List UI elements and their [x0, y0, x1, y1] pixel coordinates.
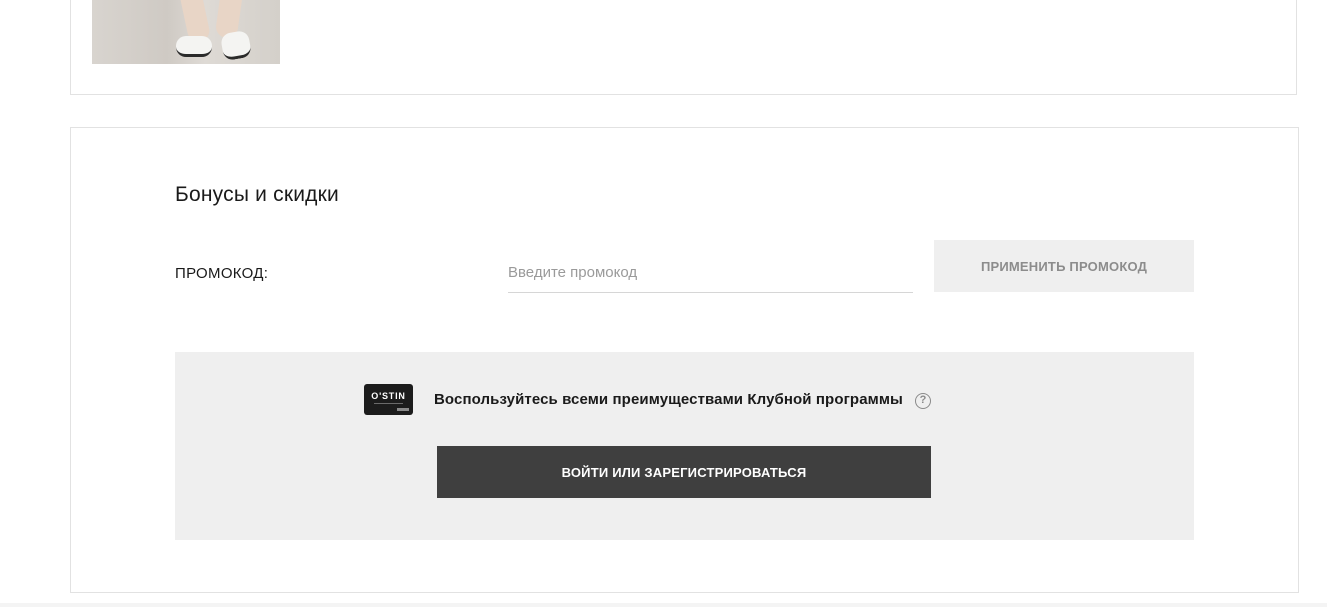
club-program-text: Воспользуйтесь всеми преимуществами Клуб…	[434, 390, 903, 408]
login-register-button[interactable]: ВОЙТИ ИЛИ ЗАРЕГИСТРИРОВАТЬСЯ	[437, 446, 931, 498]
page-bottom-divider	[0, 603, 1327, 607]
cart-item-card	[70, 0, 1297, 95]
bonus-card: Бонусы и скидки ПРОМОКОД: ПРИМЕНИТЬ ПРОМ…	[70, 127, 1299, 593]
section-title: Бонусы и скидки	[175, 183, 339, 206]
product-image[interactable]	[92, 0, 280, 64]
product-image-shoe	[176, 36, 212, 57]
checkout-page: Бонусы и скидки ПРОМОКОД: ПРИМЕНИТЬ ПРОМ…	[0, 0, 1327, 607]
promo-label: ПРОМОКОД:	[175, 265, 269, 282]
club-card-icon: O'STIN	[364, 383, 413, 415]
club-program-box: O'STIN Воспользуйтесь всеми преимущества…	[175, 352, 1194, 540]
apply-promo-button[interactable]: ПРИМЕНИТЬ ПРОМОКОД	[934, 240, 1194, 292]
club-card-mark	[397, 407, 409, 411]
club-program-row: O'STIN Воспользуйтесь всеми преимущества…	[364, 383, 931, 415]
promo-code-input[interactable]	[508, 252, 913, 293]
club-card-brand: O'STIN	[371, 390, 406, 401]
product-image-shoe	[219, 29, 253, 62]
club-card-stripe	[374, 402, 403, 404]
question-circle-icon[interactable]: ?	[914, 393, 931, 409]
